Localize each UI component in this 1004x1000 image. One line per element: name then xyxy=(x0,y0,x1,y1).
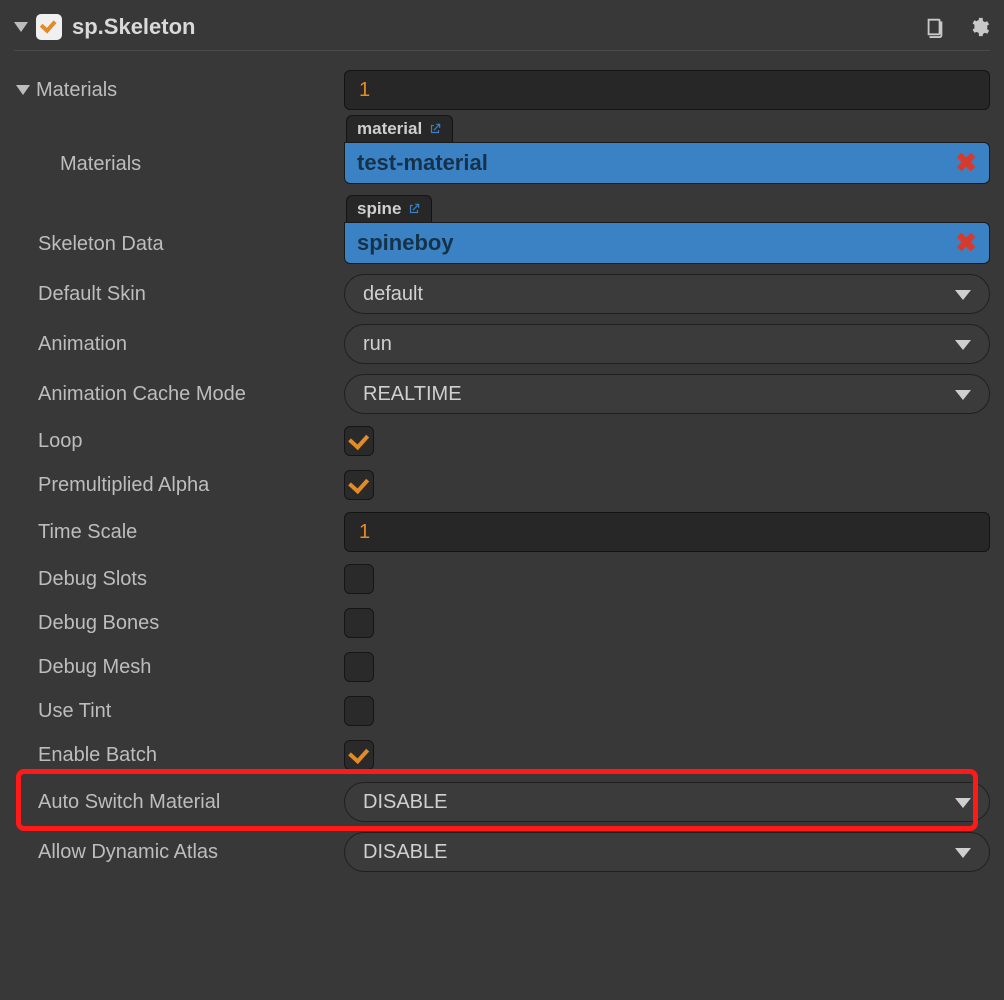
debug-bones-checkbox[interactable] xyxy=(344,608,374,638)
debug-slots-label: Debug Slots xyxy=(38,568,147,591)
component-enable-checkbox[interactable] xyxy=(36,14,62,40)
enable-batch-label: Enable Batch xyxy=(38,744,157,767)
material-type-tab: material xyxy=(346,115,453,142)
materials-item-label: Materials xyxy=(60,153,141,176)
debug-slots-checkbox[interactable] xyxy=(344,564,374,594)
loop-label: Loop xyxy=(38,430,83,453)
collapse-toggle-icon[interactable] xyxy=(14,22,28,32)
premultiplied-alpha-row: Premultiplied Alpha xyxy=(14,463,990,507)
skeleton-asset-field[interactable]: spineboy ✖ xyxy=(344,222,990,264)
animation-dropdown[interactable]: run xyxy=(344,324,990,364)
default-skin-row: Default Skin default xyxy=(14,269,990,319)
docs-icon[interactable] xyxy=(924,16,946,38)
allow-dynamic-atlas-dropdown[interactable]: DISABLE xyxy=(344,832,990,872)
animation-row: Animation run xyxy=(14,319,990,369)
time-scale-row: Time Scale xyxy=(14,507,990,557)
animation-label: Animation xyxy=(38,333,127,356)
allow-dynamic-atlas-label: Allow Dynamic Atlas xyxy=(38,841,218,864)
debug-bones-label: Debug Bones xyxy=(38,612,159,635)
inspector-panel: sp.Skeleton Materials Materials material xyxy=(0,0,1004,885)
open-link-icon[interactable] xyxy=(407,202,421,216)
enable-batch-checkbox[interactable] xyxy=(344,740,374,770)
materials-count-input[interactable] xyxy=(344,70,990,110)
auto-switch-material-label: Auto Switch Material xyxy=(38,791,220,814)
loop-row: Loop xyxy=(14,419,990,463)
debug-slots-row: Debug Slots xyxy=(14,557,990,601)
materials-row: Materials xyxy=(14,65,990,115)
materials-label: Materials xyxy=(36,79,117,102)
component-title: sp.Skeleton xyxy=(72,14,924,40)
clear-skeleton-icon[interactable]: ✖ xyxy=(955,228,977,259)
time-scale-label: Time Scale xyxy=(38,521,137,544)
default-skin-dropdown[interactable]: default xyxy=(344,274,990,314)
use-tint-row: Use Tint xyxy=(14,689,990,733)
cache-mode-label: Animation Cache Mode xyxy=(38,383,246,406)
materials-foldout-icon[interactable] xyxy=(16,85,30,95)
auto-switch-material-dropdown[interactable]: DISABLE xyxy=(344,782,990,822)
debug-mesh-label: Debug Mesh xyxy=(38,656,151,679)
open-link-icon[interactable] xyxy=(428,122,442,136)
skeleton-data-row: Skeleton Data spine spineboy ✖ xyxy=(14,189,990,269)
debug-mesh-checkbox[interactable] xyxy=(344,652,374,682)
time-scale-input[interactable] xyxy=(344,512,990,552)
skeleton-data-label: Skeleton Data xyxy=(38,233,164,256)
clear-material-icon[interactable]: ✖ xyxy=(955,148,977,179)
gear-icon[interactable] xyxy=(968,16,990,38)
check-icon xyxy=(40,16,57,33)
use-tint-checkbox[interactable] xyxy=(344,696,374,726)
debug-bones-row: Debug Bones xyxy=(14,601,990,645)
debug-mesh-row: Debug Mesh xyxy=(14,645,990,689)
allow-dynamic-atlas-row: Allow Dynamic Atlas DISABLE xyxy=(14,827,990,877)
premultiplied-alpha-label: Premultiplied Alpha xyxy=(38,474,209,497)
component-header: sp.Skeleton xyxy=(14,8,990,51)
cache-mode-dropdown[interactable]: REALTIME xyxy=(344,374,990,414)
premultiplied-alpha-checkbox[interactable] xyxy=(344,470,374,500)
enable-batch-row: Enable Batch xyxy=(14,733,990,777)
default-skin-label: Default Skin xyxy=(38,283,146,306)
cache-mode-row: Animation Cache Mode REALTIME xyxy=(14,369,990,419)
materials-item-row: Materials material test-material ✖ xyxy=(14,115,990,189)
auto-switch-material-row: Auto Switch Material DISABLE xyxy=(14,777,990,827)
material-asset-field[interactable]: test-material ✖ xyxy=(344,142,990,184)
use-tint-label: Use Tint xyxy=(38,700,111,723)
spine-type-tab: spine xyxy=(346,195,432,222)
loop-checkbox[interactable] xyxy=(344,426,374,456)
